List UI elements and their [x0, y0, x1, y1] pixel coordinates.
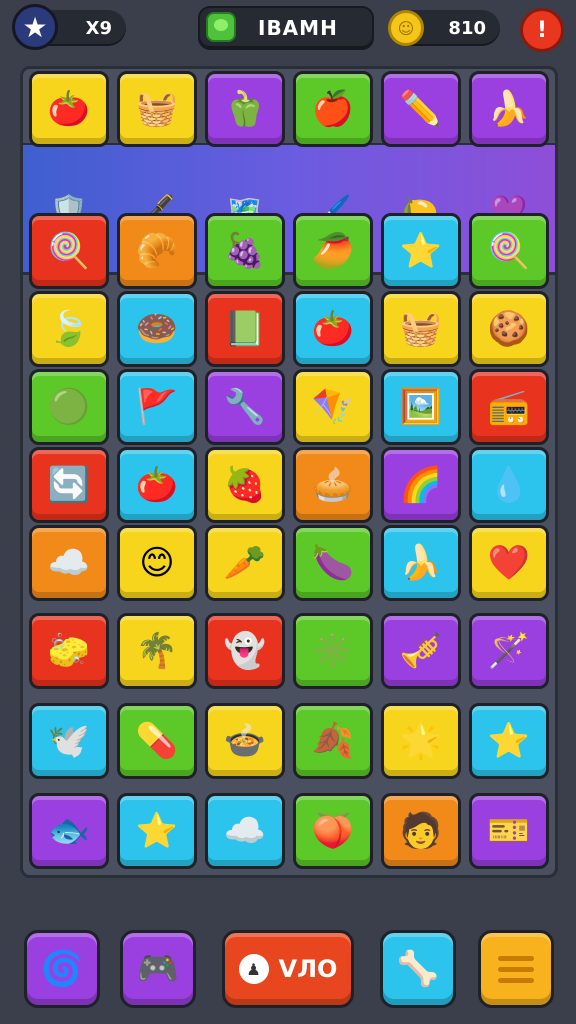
green-gem-icon — [206, 12, 236, 42]
level-title-bar[interactable]: IBAMH — [198, 6, 374, 50]
coins-value: 810 — [448, 17, 486, 39]
lives-counter[interactable]: ★ X9 — [12, 4, 126, 50]
tile-kite[interactable]: 🪁 — [293, 369, 373, 445]
play-label: VЛO — [278, 955, 338, 983]
tile-tomato[interactable]: 🍅 — [117, 447, 197, 523]
spiral-booster-button[interactable]: 🌀 — [24, 930, 100, 1008]
tile-green-leaf[interactable]: 🍃 — [29, 291, 109, 367]
menu-button[interactable] — [478, 930, 554, 1008]
tile-cookie-face[interactable]: 🍪 — [469, 291, 549, 367]
coin-icon: ☺ — [388, 10, 424, 46]
tile-sun-star[interactable]: 🌟 — [381, 703, 461, 779]
tile-mango[interactable]: 🥭 — [293, 213, 373, 289]
tile-carrot[interactable]: 🥕 — [205, 525, 285, 601]
tile-cloud[interactable]: ☁️ — [29, 525, 109, 601]
pawn-icon: ♟ — [238, 954, 269, 984]
tile-apple[interactable]: 🍎 — [293, 71, 373, 147]
tile-green-blob[interactable]: 🟢 — [29, 369, 109, 445]
spiral-icon: 🌀 — [40, 949, 84, 989]
tile-purple-leaf[interactable]: 🍂 — [293, 703, 373, 779]
tile-red-pepper[interactable]: 🫑 — [205, 71, 285, 147]
tile-picture-card[interactable]: 🖼️ — [381, 369, 461, 445]
tile-magic-wand[interactable]: 🪄 — [469, 613, 549, 689]
tile-book[interactable]: 📗 — [205, 291, 285, 367]
tile-tools[interactable]: 🔧 — [205, 369, 285, 445]
tile-tomato-face[interactable]: 🍅 — [29, 71, 109, 147]
tile-ticket-card[interactable]: 🎫 — [469, 793, 549, 869]
tile-flute[interactable]: 🎺 — [381, 613, 461, 689]
tile-banana[interactable]: 🍌 — [381, 525, 461, 601]
game-board: 🛡️ 🖋️ 🗺️ 🖌️ 🍋 💜 🍅 🧺 🫑 🍎 ✏️ 🍌 🍭 🥐 🍇 🥭 ⭐ 🍭 🍃 🍩 📗 🍅 🧺 🍪 🟢 🚩 🔧 🪁 🖼️ 📻 🔄 🍅 🍓… — [20, 66, 558, 878]
star-icon: ★ — [12, 4, 58, 50]
menu-icon — [498, 955, 534, 983]
tile-green-splat[interactable]: ✳️ — [293, 613, 373, 689]
tile-eggplant[interactable]: 🍆 — [293, 525, 373, 601]
gamepad-icon: 🎮 — [136, 949, 180, 989]
tile-picnic-basket[interactable]: 🧺 — [381, 291, 461, 367]
tile-tomato[interactable]: 🍅 — [293, 291, 373, 367]
tile-red-star[interactable]: ⭐ — [469, 703, 549, 779]
tile-grapes[interactable]: 🍇 — [205, 213, 285, 289]
tile-banana[interactable]: 🍌 — [469, 71, 549, 147]
tile-pie[interactable]: 🥧 — [293, 447, 373, 523]
top-hud: ★ X9 IBAMH ☺ 810 ! — [0, 0, 576, 62]
bone-booster-button[interactable]: 🦴 — [380, 930, 456, 1008]
level-name: IBAMH — [258, 16, 338, 40]
tile-strawberry[interactable]: 🍓 — [205, 447, 285, 523]
tile-blue-blob[interactable]: 💧 — [469, 447, 549, 523]
coins-counter[interactable]: ☺ 810 — [388, 10, 500, 46]
tile-pot[interactable]: 🍲 — [205, 703, 285, 779]
tile-white-bird[interactable]: 🕊️ — [29, 703, 109, 779]
tile-pencil-leaf[interactable]: ✏️ — [381, 71, 461, 147]
tile-cotton-candy[interactable]: 🍭 — [29, 213, 109, 289]
tile-palm-tree[interactable]: 🌴 — [117, 613, 197, 689]
bone-icon: 🦴 — [396, 949, 440, 989]
tile-basket[interactable]: 🧺 — [117, 71, 197, 147]
tile-star[interactable]: ⭐ — [381, 213, 461, 289]
alert-button[interactable]: ! — [520, 8, 564, 52]
tile-smiley[interactable]: 😊 — [117, 525, 197, 601]
tile-radio[interactable]: 📻 — [469, 369, 549, 445]
tile-heart[interactable]: ❤️ — [469, 525, 549, 601]
tile-green-fish[interactable]: 🐟 — [29, 793, 109, 869]
tile-sponge[interactable]: 🧽 — [29, 613, 109, 689]
tile-purple-arrow[interactable]: 🔄 — [29, 447, 109, 523]
tile-lozenge[interactable]: 💊 — [117, 703, 197, 779]
tile-rainbow-box[interactable]: 🌈 — [381, 447, 461, 523]
tile-croissant[interactable]: 🥐 — [117, 213, 197, 289]
tile-orange-star[interactable]: ⭐ — [117, 793, 197, 869]
lives-value: X9 — [85, 17, 112, 39]
tile-flag-card[interactable]: 🚩 — [117, 369, 197, 445]
tile-white-cloud[interactable]: ☁️ — [205, 793, 285, 869]
tile-donut[interactable]: 🍩 — [117, 291, 197, 367]
play-button[interactable]: ♟ VЛO — [222, 930, 354, 1008]
tile-ghost-face[interactable]: 👻 — [205, 613, 285, 689]
tile-head-face[interactable]: 🧑 — [381, 793, 461, 869]
tile-lollipop[interactable]: 🍭 — [469, 213, 549, 289]
game-booster-button[interactable]: 🎮 — [120, 930, 196, 1008]
tile-peach[interactable]: 🍑 — [293, 793, 373, 869]
